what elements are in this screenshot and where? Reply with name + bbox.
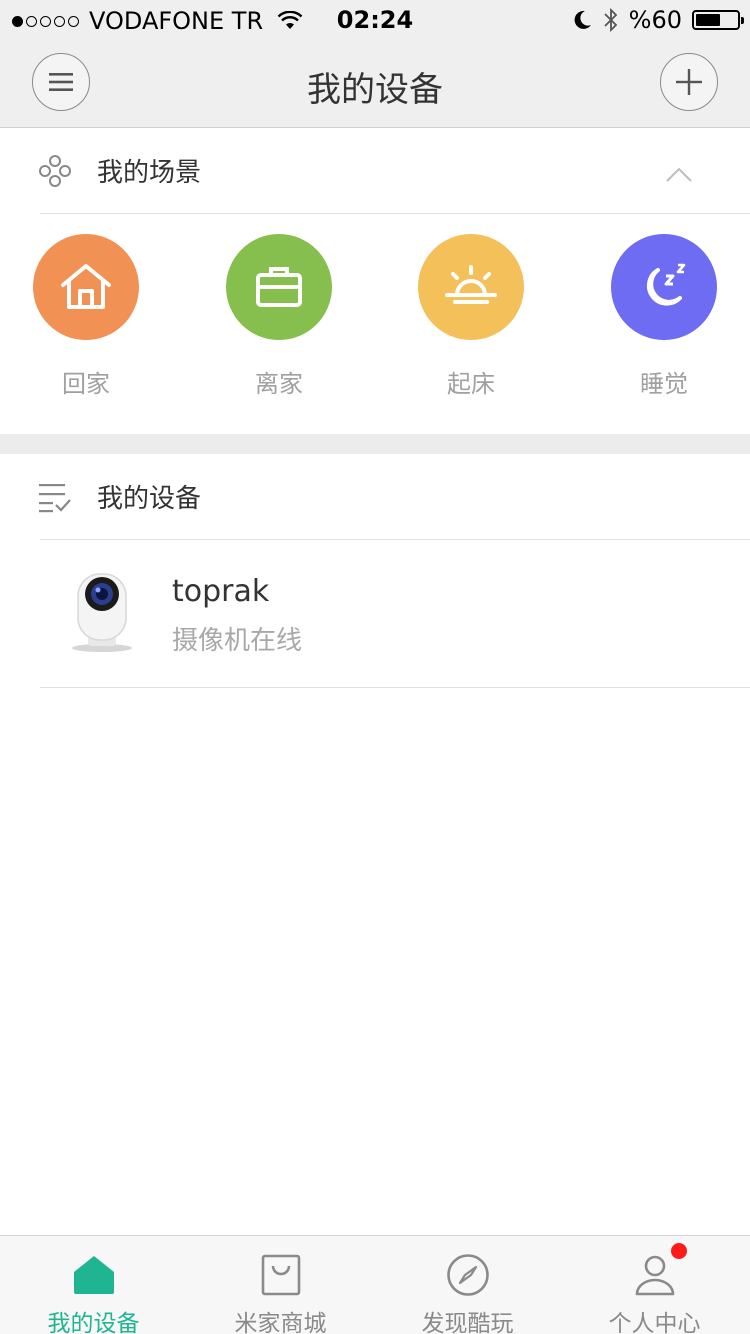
- tab-label: 个人中心: [608, 1311, 701, 1334]
- home-icon: [61, 264, 111, 309]
- briefcase-icon: [256, 267, 302, 307]
- tab-label: 发现酷玩: [421, 1311, 514, 1334]
- scene-wake[interactable]: 起床: [418, 234, 524, 399]
- tab-discover[interactable]: 发现酷玩: [374, 1236, 561, 1334]
- compass-icon: [446, 1254, 489, 1296]
- device-name: toprak: [172, 574, 270, 609]
- page-title: 我的设备: [307, 70, 443, 110]
- divider: [40, 687, 750, 688]
- shopping-bag-icon: [261, 1254, 300, 1296]
- notification-badge: [671, 1243, 687, 1259]
- devices-title: 我的设备: [97, 484, 202, 514]
- scenes-icon: [39, 155, 71, 187]
- navigation-bar: 我的设备: [0, 40, 750, 128]
- scenes-title: 我的场景: [97, 158, 202, 188]
- battery-percent: %60: [628, 6, 682, 34]
- scene-home-label: 回家: [62, 370, 110, 398]
- scene-sleep-label: 睡觉: [640, 370, 688, 398]
- tab-label: 米家商城: [234, 1311, 327, 1334]
- person-icon: [635, 1255, 674, 1296]
- status-right: %60: [573, 6, 744, 34]
- battery-icon: [692, 10, 744, 30]
- scene-wake-circle[interactable]: [418, 234, 524, 340]
- moon-icon: [646, 263, 686, 306]
- tab-profile[interactable]: 个人中心: [561, 1236, 748, 1334]
- scene-sleep-circle[interactable]: [611, 234, 717, 340]
- plus-icon: [676, 69, 702, 95]
- scene-home[interactable]: 回家: [33, 234, 139, 399]
- scene-home-circle[interactable]: [33, 234, 139, 340]
- bluetooth-icon: [604, 7, 617, 33]
- scene-away[interactable]: 离家: [226, 234, 332, 399]
- tab-bar: 我的设备 米家商城 发现酷玩 个人中心: [0, 1235, 750, 1334]
- home-tab-icon: [73, 1256, 114, 1294]
- scene-sleep[interactable]: 睡觉: [611, 234, 717, 399]
- device-status: 摄像机在线: [172, 626, 303, 656]
- scene-away-label: 离家: [255, 370, 303, 398]
- status-bar: VODAFONE TR 02:24 %60: [0, 0, 750, 40]
- devices-header: 我的设备: [0, 454, 750, 540]
- scene-wake-label: 起床: [447, 370, 495, 398]
- divider: [40, 213, 750, 214]
- sunrise-icon: [445, 265, 497, 304]
- add-device-button[interactable]: [660, 53, 718, 111]
- section-spacer: [0, 434, 750, 454]
- camera-icon: [72, 573, 132, 652]
- tab-mi-store[interactable]: 米家商城: [187, 1236, 374, 1334]
- tab-my-devices[interactable]: 我的设备: [0, 1236, 187, 1334]
- scene-away-circle[interactable]: [226, 234, 332, 340]
- do-not-disturb-moon-icon: [574, 10, 591, 29]
- device-list-icon: [39, 484, 71, 513]
- scenes-header[interactable]: 我的场景: [0, 128, 750, 214]
- device-item-toprak[interactable]: toprak 摄像机在线: [0, 540, 750, 688]
- tab-label: 我的设备: [47, 1311, 140, 1334]
- chevron-up-icon[interactable]: [666, 162, 692, 188]
